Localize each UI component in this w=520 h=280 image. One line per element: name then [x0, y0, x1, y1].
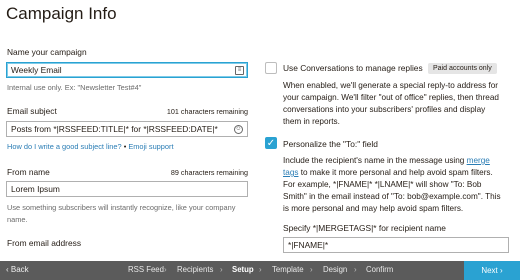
- step-separator-icon: ›: [259, 265, 262, 274]
- step-separator-icon: ›: [164, 265, 167, 274]
- from-name-note-line2: name.: [7, 215, 28, 224]
- step-setup[interactable]: Setup: [232, 265, 254, 274]
- step-separator-icon: ›: [354, 265, 357, 274]
- campaign-name-label: Name your campaign: [7, 47, 87, 57]
- personalize-desc-line3: For example, *|FNAME|* *|LNAME|* will sh…: [283, 180, 482, 189]
- campaign-name-input[interactable]: Weekly Email: [6, 62, 248, 78]
- personalize-desc-line5: is more personal and may help avoid spam…: [283, 204, 464, 213]
- step-recipients[interactable]: Recipients: [177, 265, 213, 274]
- step-confirm[interactable]: Confirm: [366, 265, 393, 274]
- email-subject-input[interactable]: Posts from *|RSSFEED:TITLE|* for *|RSSFE…: [6, 121, 248, 137]
- list-icon[interactable]: ≡: [235, 66, 244, 75]
- page-title: Campaign Info: [6, 4, 117, 23]
- checkmark-icon: ✓: [266, 138, 276, 149]
- personalize-desc-line1: Include the recipient's name in the mess…: [283, 155, 509, 167]
- campaign-name-note: Internal use only. Ex: "Newsletter Test#…: [7, 83, 142, 92]
- back-button[interactable]: ‹ Back: [6, 265, 29, 274]
- recipient-name-mergetag-input[interactable]: *|FNAME|*: [283, 237, 509, 253]
- subject-char-counter: 101 characters remaining: [166, 107, 248, 116]
- conversations-checkbox[interactable]: [265, 62, 277, 74]
- step-separator-icon: ›: [310, 265, 313, 274]
- next-button[interactable]: Next ›: [464, 261, 520, 280]
- back-label: Back: [10, 265, 29, 274]
- chevron-right-icon: ›: [497, 266, 503, 275]
- next-label: Next: [481, 266, 498, 275]
- merge-tags-link[interactable]: merge: [467, 156, 490, 165]
- email-subject-label: Email subject: [7, 106, 57, 116]
- step-rss-feed[interactable]: RSS Feed: [128, 265, 164, 274]
- personalize-desc-line2: tags to make it more personal and help a…: [283, 167, 509, 179]
- subject-help-link[interactable]: How do I write a good subject line?: [7, 142, 122, 151]
- specify-mergetags-label: Specify *|MERGETAGS|* for recipient name: [283, 223, 446, 233]
- emoji-icon[interactable]: ☺: [234, 125, 243, 134]
- merge-tags-link-cont[interactable]: tags: [283, 168, 298, 177]
- paid-accounts-badge: Paid accounts only: [428, 63, 497, 74]
- conversations-desc-line4: them in reports.: [283, 117, 340, 126]
- personalize-title: Personalize the "To:" field: [283, 139, 378, 149]
- personalize-checkbox[interactable]: ✓: [265, 137, 277, 149]
- conversations-desc-line2: your campaign. We'll filter "out of offi…: [283, 93, 499, 102]
- from-name-char-counter: 89 characters remaining: [170, 168, 248, 177]
- link-separator: •: [123, 142, 127, 151]
- from-name-note-line1: Use something subscribers will instantly…: [7, 203, 236, 212]
- personalize-desc-line4: Smith" in the email instead of "To: bob@…: [283, 192, 501, 201]
- bottom-nav-bar: ‹ Back RSS Feed › Recipients › Setup › T…: [0, 261, 520, 280]
- from-email-label: From email address: [7, 238, 82, 248]
- from-name-label: From name: [7, 167, 50, 177]
- step-template[interactable]: Template: [272, 265, 304, 274]
- step-separator-icon: ›: [220, 265, 223, 274]
- personalize-desc-text: Include the recipient's name in the mess…: [283, 156, 467, 165]
- conversations-desc-line3: conversations into your subscribers' pro…: [283, 105, 486, 114]
- step-design[interactable]: Design: [323, 265, 347, 274]
- conversations-desc-line1: When enabled, we'll generate a special r…: [283, 81, 499, 90]
- from-name-input[interactable]: Lorem Ipsum: [6, 181, 248, 197]
- personalize-desc-text-2: to make it more personal and help avoid …: [298, 168, 493, 177]
- conversations-title: Use Conversations to manage replies: [283, 63, 423, 73]
- emoji-support-link[interactable]: Emoji support: [128, 142, 173, 151]
- subject-help-links: How do I write a good subject line? • Em…: [7, 142, 174, 151]
